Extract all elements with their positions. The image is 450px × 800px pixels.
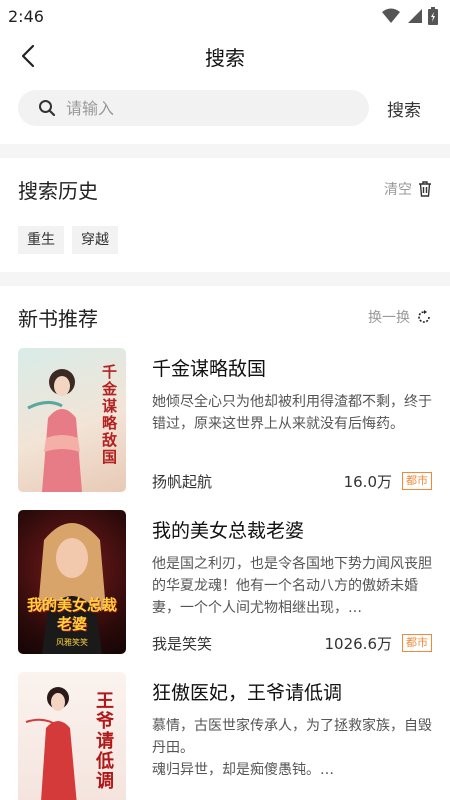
book-meta: 我是笑笑 1026.6万 都市 bbox=[152, 632, 432, 654]
page-title: 搜索 bbox=[205, 45, 245, 70]
book-item[interactable]: 千金谋略敌国 千金谋略敌国 她倾尽全心只为他却被利用得渣都不剩，终于错过，原来这… bbox=[18, 348, 432, 510]
book-cover: 我的美女总裁老婆 风雅笑笑 bbox=[18, 510, 126, 654]
recommend-title: 新书推荐 bbox=[18, 306, 98, 331]
section-divider bbox=[0, 272, 450, 286]
back-arrow-icon bbox=[21, 44, 35, 68]
book-author: 扬帆起航 bbox=[152, 472, 213, 491]
back-button[interactable] bbox=[14, 42, 42, 70]
book-category-badge: 都市 bbox=[402, 472, 432, 490]
search-icon bbox=[39, 100, 56, 117]
section-divider bbox=[0, 144, 450, 158]
book-list: 千金谋略敌国 千金谋略敌国 她倾尽全心只为他却被利用得渣都不剩，终于错过，原来这… bbox=[0, 348, 450, 800]
history-header: 搜索历史 清空 bbox=[0, 158, 450, 220]
refresh-label: 换一换 bbox=[368, 310, 410, 326]
book-word-count: 1026.6万 bbox=[324, 634, 393, 653]
clear-history-button[interactable]: 清空 bbox=[384, 179, 432, 199]
status-time: 2:46 bbox=[8, 6, 44, 26]
book-item[interactable]: 王爷请低调 狂傲医妃，王爷请低调 慕情，古医世家传承人，为了拯救家族，自毁丹田。… bbox=[18, 672, 432, 800]
search-box[interactable] bbox=[18, 90, 369, 126]
book-info: 我的美女总裁老婆 他是国之利刃，也是令各国地下势力闻风丧胆的华夏龙魂！他有一个名… bbox=[152, 510, 432, 654]
trash-icon bbox=[419, 181, 431, 197]
wifi-icon bbox=[382, 8, 400, 23]
battery-icon bbox=[428, 7, 438, 25]
refresh-button[interactable]: 换一换 bbox=[368, 307, 432, 327]
book-cover: 千金谋略敌国 bbox=[18, 348, 126, 492]
book-title: 千金谋略敌国 bbox=[152, 358, 267, 380]
nav-bar: 搜索 bbox=[0, 32, 450, 80]
book-category-badge: 都市 bbox=[402, 634, 432, 652]
search-input[interactable] bbox=[66, 98, 326, 118]
signal-icon bbox=[408, 9, 422, 23]
book-item[interactable]: 我的美女总裁老婆 风雅笑笑 我的美女总裁老婆 他是国之利刃，也是令各国地下势力闻… bbox=[18, 510, 432, 672]
search-row: 搜索 bbox=[0, 80, 450, 136]
recommend-header: 新书推荐 换一换 bbox=[0, 286, 450, 348]
book-author: 我是笑笑 bbox=[152, 634, 213, 653]
book-title: 我的美女总裁老婆 bbox=[152, 520, 305, 542]
search-button[interactable]: 搜索 bbox=[387, 96, 421, 121]
book-info: 狂傲医妃，王爷请低调 慕情，古医世家传承人，为了拯救家族，自毁丹田。 魂归异世，… bbox=[152, 672, 432, 800]
status-icons bbox=[382, 7, 438, 25]
history-tag[interactable]: 重生 bbox=[18, 226, 64, 254]
book-description: 慕情，古医世家传承人，为了拯救家族，自毁丹田。 魂归异世，却是痴傻愚钝。… bbox=[152, 718, 432, 778]
clear-label: 清空 bbox=[384, 182, 412, 198]
cover-title: 千金谋略敌国 bbox=[102, 363, 118, 466]
book-title: 狂傲医妃，王爷请低调 bbox=[152, 682, 343, 704]
history-tags: 重生 穿越 bbox=[0, 220, 450, 272]
cover-title: 王爷请低调 bbox=[96, 691, 114, 792]
book-word-count: 16.0万 bbox=[343, 472, 392, 491]
status-bar: 2:46 bbox=[0, 0, 450, 32]
book-meta: 扬帆起航 16.0万 都市 bbox=[152, 470, 432, 492]
history-tag[interactable]: 穿越 bbox=[72, 226, 118, 254]
book-description: 他是国之利刃，也是令各国地下势力闻风丧胆的华夏龙魂！他有一个名动八方的傲娇未婚妻… bbox=[152, 556, 432, 616]
book-cover: 王爷请低调 bbox=[18, 672, 126, 800]
cover-title: 我的美女总裁老婆 bbox=[26, 596, 117, 633]
history-title: 搜索历史 bbox=[18, 178, 98, 203]
cover-author: 风雅笑笑 bbox=[56, 638, 88, 647]
book-info: 千金谋略敌国 她倾尽全心只为他却被利用得渣都不剩，终于错过，原来这世界上从来就没… bbox=[152, 348, 432, 492]
book-description: 她倾尽全心只为他却被利用得渣都不剩，终于错过，原来这世界上从来就没有后悔药。 bbox=[152, 394, 432, 432]
refresh-icon bbox=[418, 310, 430, 323]
